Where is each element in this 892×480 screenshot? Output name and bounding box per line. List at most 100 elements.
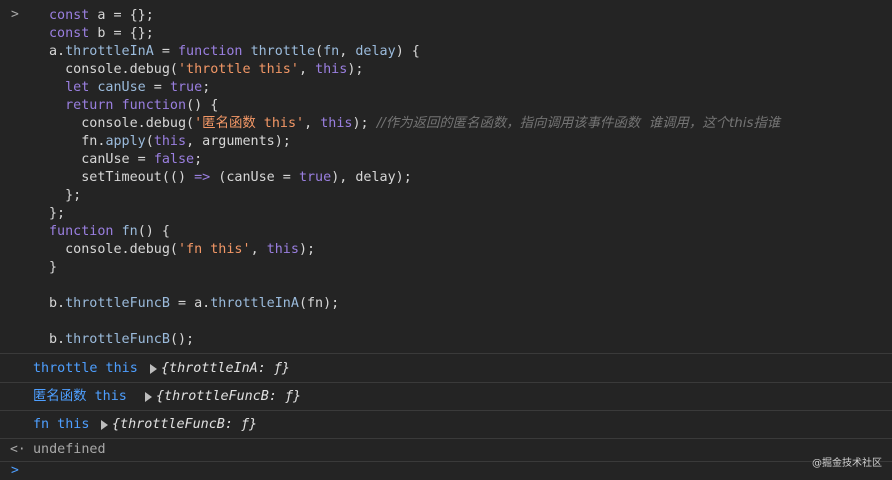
code-token: ( xyxy=(315,44,324,59)
code-token: canUse xyxy=(97,80,146,95)
code-token: b. xyxy=(49,332,66,347)
code-token: fn xyxy=(323,44,340,59)
code-token: true xyxy=(298,170,332,185)
code-token: true xyxy=(169,80,203,95)
code-line: b.throttleFuncB = a.throttleInA(fn); xyxy=(49,295,339,313)
code-token: this xyxy=(153,134,187,149)
code-token: ); xyxy=(352,116,377,131)
code-line: } xyxy=(49,259,57,277)
code-token: throttle xyxy=(250,44,316,59)
code-line: return function() { xyxy=(49,97,218,115)
code-token: this xyxy=(266,242,299,257)
code-token: console.debug( xyxy=(49,62,178,77)
code-token: = xyxy=(145,80,170,95)
code-token: b = {}; xyxy=(97,26,154,41)
code-line: console.debug('throttle this', this); xyxy=(49,61,363,79)
console-input-history[interactable]: > const a = {}; const b = {}; a.throttleIn… xyxy=(0,0,892,354)
code-token: throttleInA xyxy=(65,44,154,59)
code-token: console.debug( xyxy=(49,242,178,257)
code-token: 'throttle this' xyxy=(178,62,299,77)
code-token: '匿名函数 this' xyxy=(194,116,305,131)
code-token: a = {}; xyxy=(97,8,154,23)
code-token: }; xyxy=(49,188,82,203)
input-chevron-icon: > xyxy=(11,7,19,22)
code-token: const xyxy=(49,8,98,23)
code-token: a. xyxy=(49,44,66,59)
code-token: return xyxy=(65,98,122,113)
expand-triangle-icon[interactable] xyxy=(150,364,157,374)
code-token: ) { xyxy=(395,44,420,59)
code-token: this xyxy=(315,62,348,77)
code-line: a.throttleInA = function throttle(fn, de… xyxy=(49,43,420,61)
code-line: }; xyxy=(49,187,81,205)
object-preview[interactable]: {throttleInA: ƒ} xyxy=(161,361,290,377)
console-prompt[interactable]: > xyxy=(0,461,892,480)
code-token: () { xyxy=(186,98,219,113)
return-arrow-icon: <· xyxy=(10,442,26,457)
code-line: b.throttleFuncB(); xyxy=(49,331,194,349)
log-label: fn this xyxy=(33,417,90,432)
code-line: const b = {}; xyxy=(49,25,154,43)
code-token: function xyxy=(121,98,187,113)
code-token: throttleFuncB xyxy=(65,332,170,347)
return-value-row: <· undefined xyxy=(0,439,892,462)
devtools-console: > const a = {}; const b = {}; a.throttleIn… xyxy=(0,0,892,480)
code-token: ), delay); xyxy=(331,170,412,185)
object-preview[interactable]: {throttleFuncB: ƒ} xyxy=(112,417,257,433)
code-token: false xyxy=(153,152,195,167)
code-token: = xyxy=(153,44,178,59)
code-line: console.debug('匿名函数 this', this); //作为返回… xyxy=(49,115,780,133)
code-token: (); xyxy=(169,332,195,347)
code-token: (canUse = xyxy=(210,170,299,185)
object-preview[interactable]: {throttleFuncB: ƒ} xyxy=(156,389,301,405)
code-line: let canUse = true; xyxy=(49,79,210,97)
code-token: setTimeout(() xyxy=(49,170,195,185)
code-token: , xyxy=(298,62,316,77)
code-line: fn.apply(this, arguments); xyxy=(49,133,291,151)
expand-triangle-icon[interactable] xyxy=(145,392,152,402)
code-line: console.debug('fn this', this); xyxy=(49,241,315,259)
code-line: }; xyxy=(49,205,65,223)
watermark: @掘金技术社区 xyxy=(812,458,882,469)
code-token: console.debug( xyxy=(49,116,195,131)
code-token: function xyxy=(178,44,251,59)
expand-triangle-icon[interactable] xyxy=(101,420,108,430)
code-token: , xyxy=(339,44,356,59)
code-line: setTimeout(() => (canUse = true), delay)… xyxy=(49,169,412,187)
code-token: ; xyxy=(202,80,211,95)
code-token: => xyxy=(194,170,211,185)
log-label: 匿名函数 this xyxy=(33,389,127,405)
code-token: fn xyxy=(121,224,138,239)
code-token: apply xyxy=(105,134,146,149)
code-token: canUse = xyxy=(49,152,154,167)
code-token: fn. xyxy=(49,134,106,149)
code-token: function xyxy=(49,224,122,239)
log-label-cjk: 匿名函数 xyxy=(33,389,87,404)
code-token: , xyxy=(304,116,321,131)
code-token: throttleFuncB xyxy=(65,296,170,311)
code-token: b. xyxy=(49,296,66,311)
code-token: ); xyxy=(347,62,364,77)
code-line: canUse = false; xyxy=(49,151,202,169)
code-token: this xyxy=(320,116,353,131)
return-value: undefined xyxy=(33,442,106,457)
log-label-rest: this xyxy=(86,389,127,404)
code-token: ( xyxy=(145,134,154,149)
code-token: delay xyxy=(355,44,396,59)
code-line: const a = {}; xyxy=(49,7,154,25)
code-token: let xyxy=(65,80,98,95)
code-token: ; xyxy=(194,152,203,167)
log-entry-fn: fn this {throttleFuncB: ƒ} xyxy=(0,410,892,439)
log-entry-anonymous: 匿名函数 this {throttleFuncB: ƒ} xyxy=(0,382,892,411)
code-token: throttleInA xyxy=(210,296,299,311)
code-token: , xyxy=(250,242,267,257)
code-token: , arguments); xyxy=(186,134,291,149)
code-token: ); xyxy=(298,242,316,257)
prompt-chevron-icon: > xyxy=(11,463,19,478)
code-token: () { xyxy=(137,224,170,239)
log-entry-throttle: throttle this {throttleInA: ƒ} xyxy=(0,354,892,383)
code-token: const xyxy=(49,26,98,41)
code-line: function fn() { xyxy=(49,223,170,241)
